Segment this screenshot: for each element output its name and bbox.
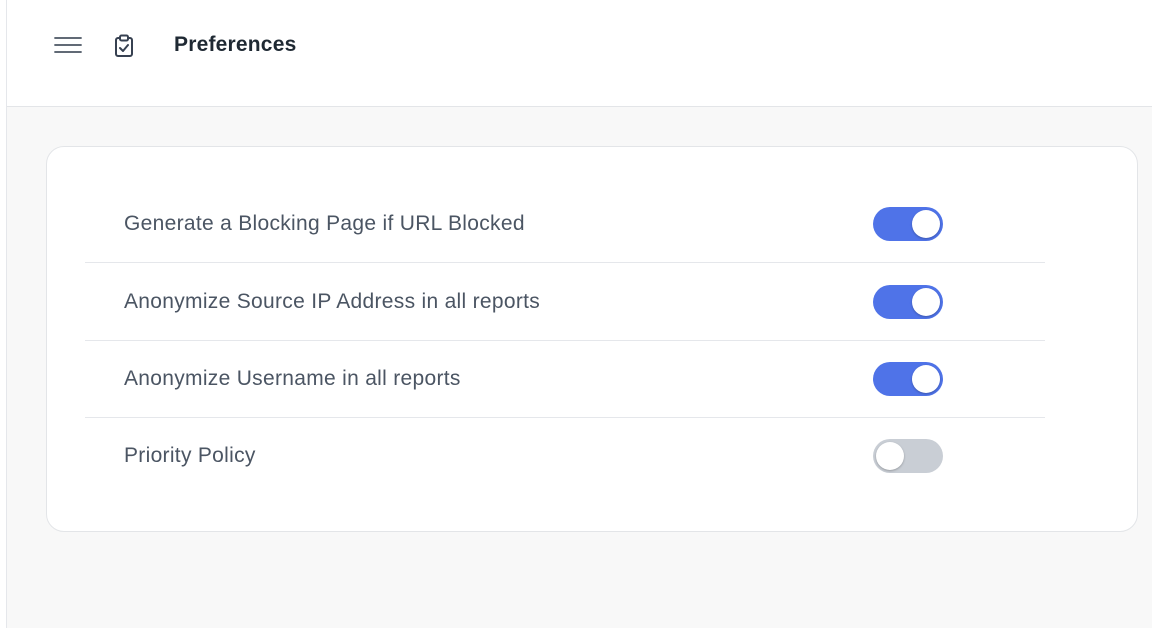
toggle-knob	[912, 287, 940, 316]
blocking-page-toggle[interactable]	[873, 206, 943, 241]
preference-label: Priority Policy	[124, 443, 256, 467]
preference-row-priority-policy: Priority Policy	[85, 417, 1045, 494]
toggle-knob	[876, 441, 904, 470]
anonymize-username-toggle[interactable]	[873, 361, 943, 396]
preferences-card: Generate a Blocking Page if URL Blocked …	[46, 146, 1138, 532]
preference-label: Anonymize Source IP Address in all repor…	[124, 289, 541, 313]
preference-row-anonymize-username: Anonymize Username in all reports	[85, 340, 1045, 418]
preference-row-blocking-page: Generate a Blocking Page if URL Blocked	[85, 185, 1045, 263]
anonymize-ip-toggle[interactable]	[873, 284, 943, 319]
toggle-knob	[912, 364, 940, 393]
toggle-knob	[912, 209, 940, 238]
menu-button[interactable]	[53, 30, 83, 60]
top-header: Preferences	[7, 0, 1152, 107]
preference-label: Anonymize Username in all reports	[124, 366, 461, 390]
preference-label: Generate a Blocking Page if URL Blocked	[124, 211, 525, 235]
priority-policy-toggle[interactable]	[873, 438, 943, 473]
clipboard-check-icon	[113, 33, 135, 59]
page-title: Preferences	[174, 33, 297, 56]
preference-row-anonymize-ip: Anonymize Source IP Address in all repor…	[85, 263, 1045, 341]
hamburger-menu-icon	[54, 37, 82, 53]
sidebar-edge	[0, 0, 7, 628]
